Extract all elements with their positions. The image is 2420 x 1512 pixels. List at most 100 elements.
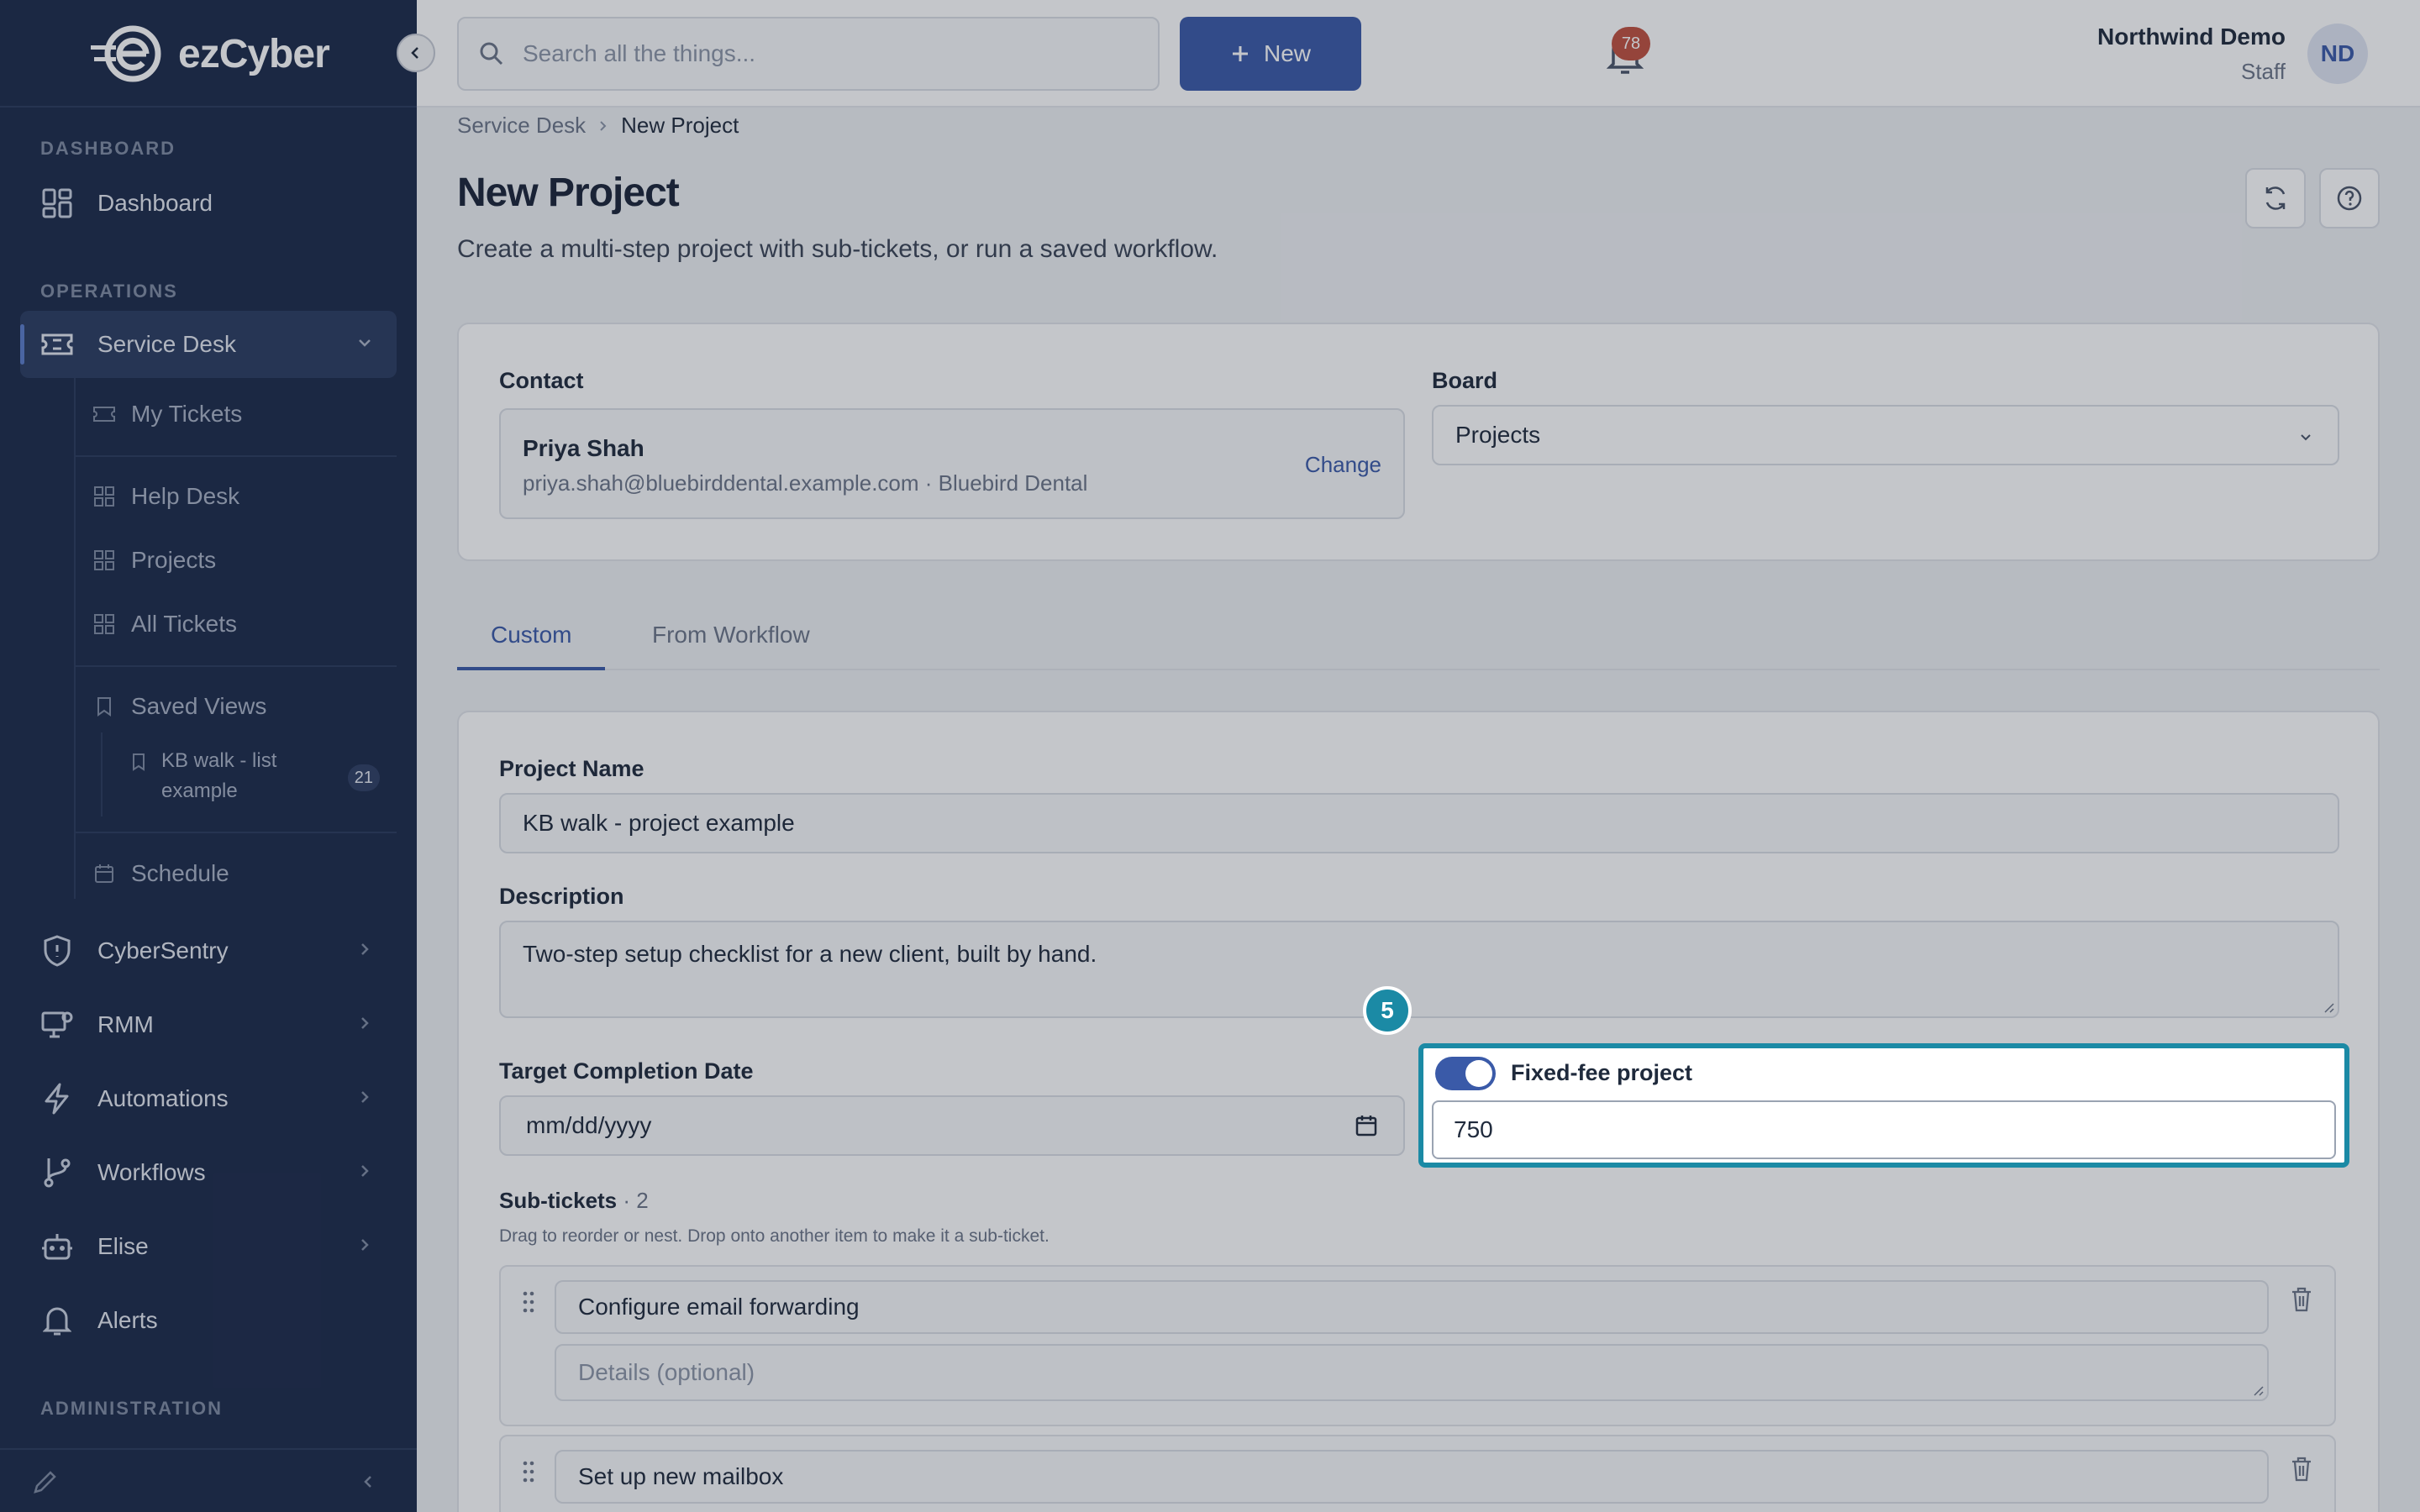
- new-button-label: New: [1263, 40, 1311, 66]
- sidebar-footer: [0, 1448, 417, 1512]
- notifications-count-badge: 78: [1612, 27, 1650, 60]
- board-select-value: Projects: [1455, 422, 1541, 448]
- saved-view-item[interactable]: KB walk - list example 21: [131, 746, 383, 813]
- new-button[interactable]: New: [1180, 17, 1361, 91]
- sidebar-item-label: Projects: [131, 547, 217, 573]
- shield-icon: [40, 934, 74, 968]
- contact-label: Contact: [499, 368, 584, 393]
- sidebar-item-label: RMM: [97, 1011, 154, 1037]
- tab-custom[interactable]: Custom: [457, 622, 606, 670]
- subtickets-count: · 2: [623, 1188, 649, 1213]
- description-label: Description: [499, 884, 624, 909]
- board-select[interactable]: Projects: [1432, 405, 2339, 465]
- page-subtitle: Create a multi-step project with sub-tic…: [457, 235, 1218, 263]
- calendar-icon[interactable]: [1355, 1114, 1378, 1137]
- subticket-title-input[interactable]: Set up new mailbox: [555, 1450, 2269, 1504]
- sidebar-item-dashboard[interactable]: Dashboard: [20, 170, 397, 237]
- help-icon: [2337, 186, 2362, 211]
- sidebar-item-label: My Tickets: [131, 401, 243, 427]
- bookmark-icon: [131, 753, 146, 771]
- tour-step-badge: 5: [1363, 986, 1412, 1035]
- project-name-label: Project Name: [499, 756, 644, 781]
- sidebar-item-label: Saved Views: [131, 693, 267, 719]
- sidebar-item-label: Workflows: [97, 1159, 206, 1185]
- sidebar-item-workflows[interactable]: Workflows: [20, 1139, 397, 1206]
- drag-handle-icon[interactable]: [521, 1460, 536, 1483]
- refresh-button[interactable]: [2245, 168, 2306, 228]
- tab-from-workflow[interactable]: From Workflow: [639, 622, 823, 670]
- chevron-right-icon: [356, 1015, 373, 1032]
- chevron-right-icon: [356, 1163, 373, 1179]
- contact-name: Priya Shah: [523, 435, 644, 461]
- sidebar-item-label: All Tickets: [131, 611, 238, 637]
- trash-icon[interactable]: [2291, 1457, 2312, 1482]
- search-input[interactable]: [523, 40, 1111, 67]
- submenu-line: [101, 732, 103, 816]
- subticket-card[interactable]: Set up new mailbox: [499, 1435, 2336, 1512]
- calendar-icon: [92, 862, 116, 885]
- chevron-down-icon: [2297, 428, 2314, 445]
- saved-view-label: KB walk - list example: [161, 749, 277, 802]
- target-date-label: Target Completion Date: [499, 1058, 754, 1084]
- grid-icon: [92, 612, 116, 636]
- chevron-right-icon: [600, 120, 607, 131]
- avatar[interactable]: ND: [2307, 24, 2368, 84]
- sidebar-item-label: Alerts: [97, 1307, 158, 1333]
- toggle-knob: [1465, 1060, 1492, 1087]
- brand-name: ezCyber: [178, 31, 330, 76]
- collapse-sidebar-button[interactable]: [397, 34, 435, 72]
- sidebar-item-alerts[interactable]: Alerts: [20, 1287, 397, 1354]
- target-date-placeholder: mm/dd/yyyy: [526, 1112, 652, 1138]
- resize-handle-icon[interactable]: [2321, 1000, 2334, 1013]
- sidebar: ezCyber DASHBOARD Dashboard OPERATIONS S…: [0, 0, 417, 1512]
- sidebar-item-service-desk[interactable]: Service Desk: [20, 311, 397, 378]
- subtickets-hint: Drag to reorder or nest. Drop onto anoth…: [499, 1226, 1050, 1246]
- sidebar-item-automations[interactable]: Automations: [20, 1065, 397, 1132]
- contact-meta: priya.shah@bluebirddental.example.com · …: [523, 470, 1088, 496]
- trash-icon[interactable]: [2291, 1287, 2312, 1312]
- fixed-fee-spotlight: Fixed-fee project 750: [1418, 1043, 2349, 1168]
- git-branch-icon: [40, 1156, 74, 1189]
- monitor-icon: [40, 1008, 74, 1042]
- fixed-fee-amount-input[interactable]: 750: [1432, 1100, 2336, 1159]
- resize-handle-icon[interactable]: [2250, 1383, 2264, 1396]
- sidebar-item-projects[interactable]: Projects: [92, 535, 395, 585]
- breadcrumb-current: New Project: [621, 113, 739, 138]
- page-title: New Project: [457, 171, 680, 215]
- sidebar-item-cybersentry[interactable]: CyberSentry: [20, 917, 397, 984]
- chevron-left-icon[interactable]: [360, 1473, 376, 1490]
- fixed-fee-toggle[interactable]: [1435, 1057, 1496, 1090]
- sidebar-item-saved-views[interactable]: Saved Views: [92, 681, 395, 732]
- change-contact-button[interactable]: Change: [1305, 452, 1381, 478]
- user-role: Staff: [2240, 59, 2286, 84]
- sidebar-item-all-tickets[interactable]: All Tickets: [92, 599, 395, 649]
- help-button[interactable]: [2319, 168, 2380, 228]
- search-icon: [479, 41, 504, 66]
- sidebar-divider: [0, 106, 417, 108]
- user-name[interactable]: Northwind Demo: [2097, 24, 2286, 50]
- sidebar-item-label: Dashboard: [97, 190, 213, 216]
- description-text: Two-step setup checklist for a new clien…: [523, 941, 1097, 967]
- sidebar-item-rmm[interactable]: RMM: [20, 991, 397, 1058]
- target-date-input[interactable]: mm/dd/yyyy: [499, 1095, 1405, 1156]
- description-textarea[interactable]: Two-step setup checklist for a new clien…: [499, 921, 2339, 1018]
- pencil-icon[interactable]: [32, 1468, 59, 1495]
- sidebar-item-help-desk[interactable]: Help Desk: [92, 471, 395, 522]
- subticket-details-placeholder: Details (optional): [578, 1359, 755, 1385]
- subticket-card[interactable]: Configure email forwarding Details (opti…: [499, 1265, 2336, 1426]
- subtickets-title: Sub-tickets: [499, 1188, 618, 1213]
- subticket-details-input[interactable]: Details (optional): [555, 1344, 2269, 1401]
- sidebar-item-elise[interactable]: Elise: [20, 1213, 397, 1280]
- subticket-title-input[interactable]: Configure email forwarding: [555, 1280, 2269, 1334]
- top-header: New: [417, 0, 2420, 108]
- brand-logo[interactable]: ezCyber: [91, 22, 330, 86]
- submenu-divider: [74, 455, 397, 457]
- global-search[interactable]: [457, 17, 1160, 91]
- breadcrumb: Service Desk New Project: [457, 113, 739, 139]
- project-name-input[interactable]: KB walk - project example: [499, 793, 2339, 853]
- drag-handle-icon[interactable]: [521, 1290, 536, 1314]
- ticket-icon: [92, 402, 116, 426]
- breadcrumb-parent[interactable]: Service Desk: [457, 113, 586, 139]
- sidebar-item-schedule[interactable]: Schedule: [92, 848, 395, 899]
- sidebar-item-my-tickets[interactable]: My Tickets: [92, 389, 395, 439]
